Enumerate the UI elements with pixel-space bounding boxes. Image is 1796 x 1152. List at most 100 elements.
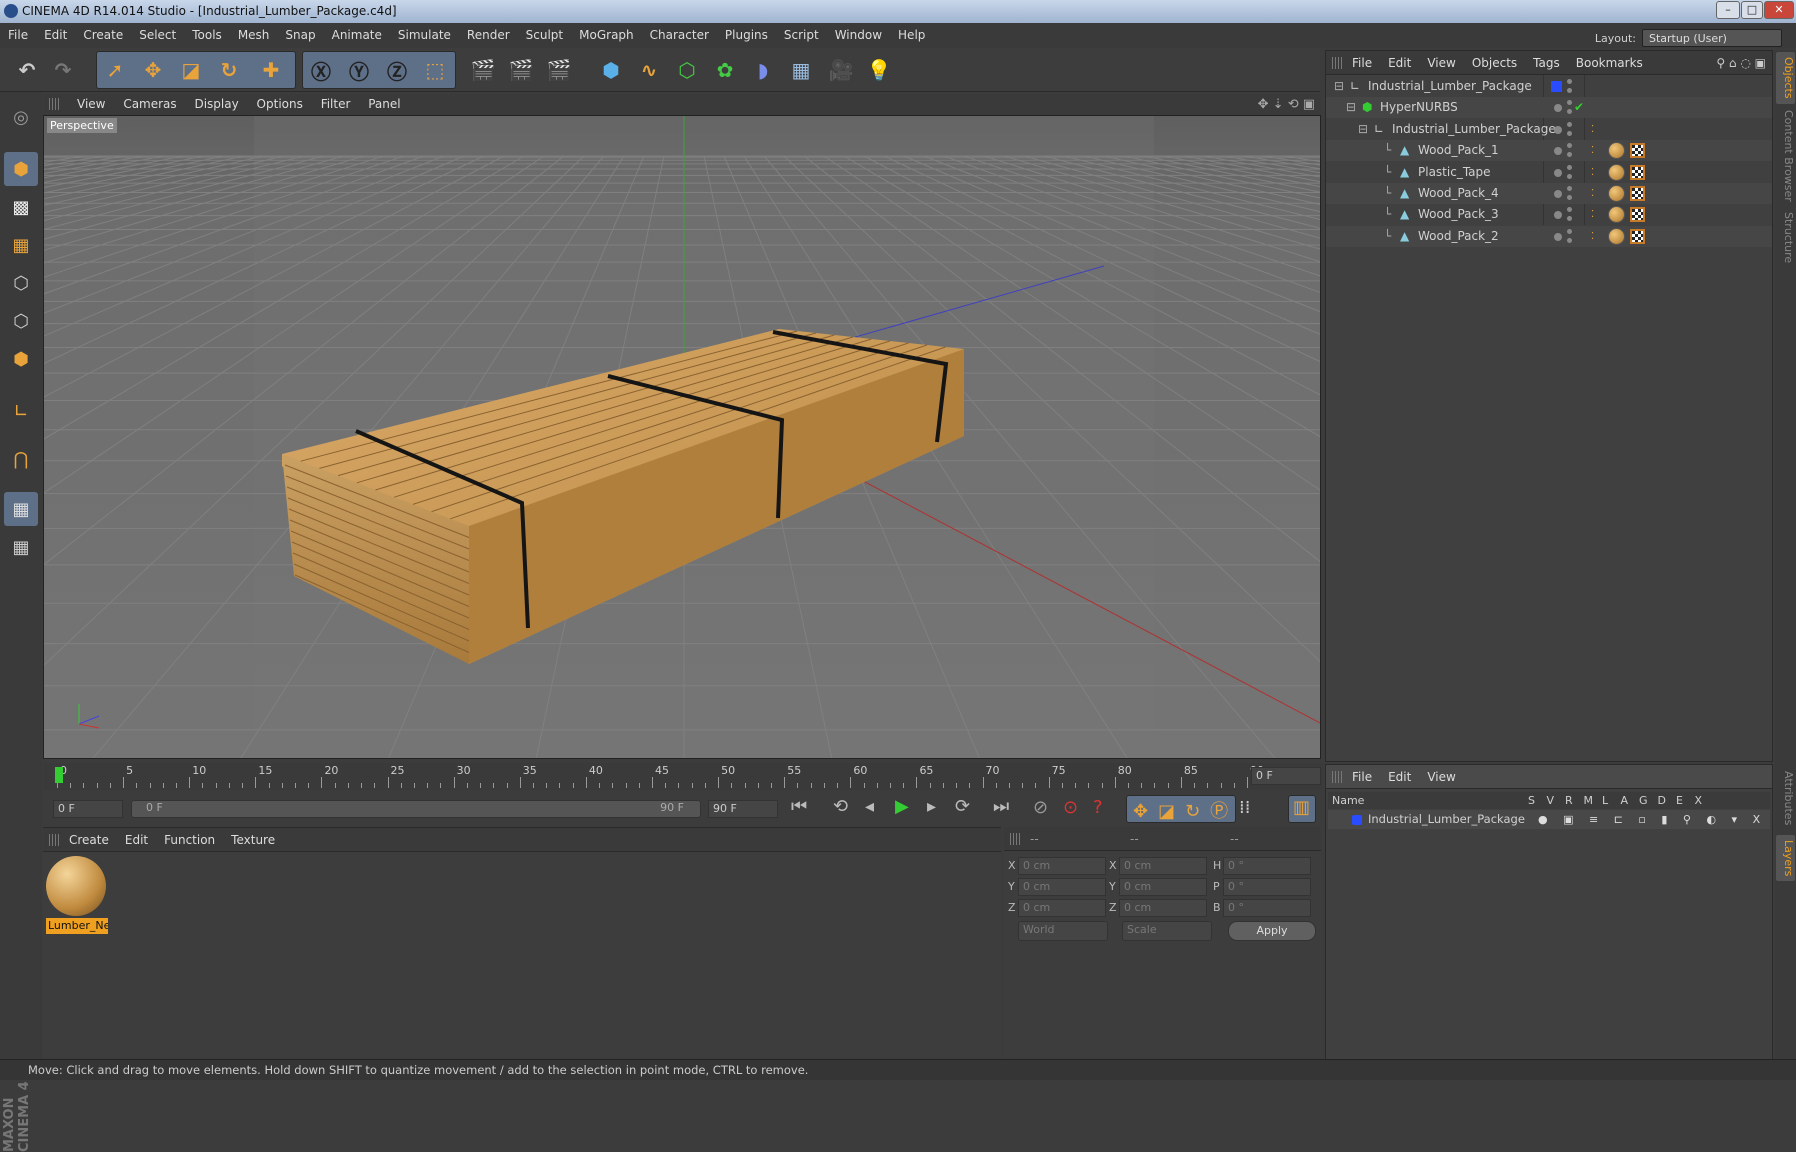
render-visibility-dot[interactable]	[1567, 88, 1572, 93]
object-row[interactable]: └ ▲ Wood_Pack_3 ⁚	[1326, 204, 1772, 225]
object-row[interactable]: ⊟ ⬢ HyperNURBS ✔	[1326, 97, 1772, 119]
coord-value-field[interactable]: 0 cm	[1119, 899, 1207, 917]
layer-column-l[interactable]: L	[1602, 792, 1608, 809]
model-mode-icon[interactable]: ⬢	[4, 152, 38, 186]
render-view-icon[interactable]: 🎬	[466, 53, 500, 87]
visibility-dot[interactable]	[1554, 211, 1562, 220]
visibility-dot[interactable]	[1554, 168, 1562, 177]
coord-value-field[interactable]: 0 cm	[1018, 899, 1106, 917]
uvw-tag-icon[interactable]	[1630, 228, 1645, 244]
visibility-dot[interactable]	[1554, 190, 1562, 198]
visibility-dot[interactable]	[1554, 104, 1562, 113]
object-name[interactable]: Wood_Pack_4	[1418, 183, 1499, 204]
object-row[interactable]: └ ▲ Wood_Pack_2 ⁚	[1326, 225, 1772, 247]
coordinate-system-icon[interactable]: ⬚	[418, 53, 452, 87]
viewport-menu-display[interactable]: Display	[194, 97, 238, 111]
object-row[interactable]: ⊟ ∟ Industrial_Lumber_Package	[1326, 76, 1772, 97]
texture-tag-icon[interactable]	[1608, 142, 1625, 160]
phong-tag-icon[interactable]: ⁚	[1591, 204, 1594, 225]
range-slider[interactable]: 0 F 90 F	[131, 800, 701, 818]
perspective-viewport[interactable]: Perspective	[43, 115, 1321, 759]
phong-tag-icon[interactable]: ⁚	[1591, 140, 1594, 161]
render-visibility-dot[interactable]	[1567, 173, 1572, 179]
texture-mode-icon[interactable]: ▩	[4, 190, 38, 224]
play-icon[interactable]: ▶	[895, 796, 909, 817]
layer-column-m[interactable]: M	[1584, 792, 1594, 809]
menu-simulate[interactable]: Simulate	[398, 28, 451, 42]
object-row[interactable]: ⊟ ∟ Industrial_Lumber_Package ⁚	[1326, 119, 1772, 140]
editor-visibility-dot[interactable]	[1567, 121, 1572, 127]
menu-help[interactable]: Help	[898, 28, 925, 42]
layer-menu-view[interactable]: View	[1427, 770, 1455, 784]
deformer-icon[interactable]: ◗	[746, 53, 780, 87]
render-visibility-dot[interactable]	[1567, 195, 1572, 200]
playhead[interactable]	[55, 767, 63, 783]
editor-visibility-dot[interactable]	[1567, 228, 1572, 234]
om-menu-view[interactable]: View	[1427, 56, 1455, 70]
make-editable-icon[interactable]: ◎	[4, 100, 38, 134]
coordinate-mode-dropdown[interactable]: Scale	[1122, 921, 1212, 941]
phong-tag-icon[interactable]: ⁚	[1591, 162, 1594, 183]
y-axis-icon[interactable]: Ⓨ	[342, 53, 376, 87]
recent-tool-icon[interactable]: ✚	[254, 53, 288, 87]
material-menu-create[interactable]: Create	[69, 833, 109, 847]
layer-column-x[interactable]: X	[1695, 792, 1703, 809]
coord-value-field[interactable]: 0 °	[1223, 899, 1311, 917]
phong-tag-icon[interactable]: ⁚	[1591, 119, 1594, 140]
om-menu-file[interactable]: File	[1352, 56, 1372, 70]
editor-visibility-dot[interactable]	[1567, 143, 1572, 149]
object-name[interactable]: Industrial_Lumber_Package	[1392, 119, 1556, 140]
editor-visibility-dot[interactable]	[1567, 186, 1572, 191]
timeline-ruler[interactable]: 051015202530354045505560657075808590 0 F	[43, 763, 1323, 790]
layer-column-v[interactable]: V	[1547, 792, 1555, 809]
tab-structure[interactable]: Structure	[1776, 208, 1795, 268]
texture-tag-icon[interactable]	[1608, 163, 1625, 181]
close-button[interactable]: ✕	[1764, 1, 1794, 19]
layer-column-s[interactable]: S	[1528, 792, 1535, 809]
render-visibility-dot[interactable]	[1567, 130, 1572, 136]
phong-tag-icon[interactable]: ⁚	[1591, 183, 1594, 204]
x-axis-icon[interactable]: Ⓧ	[304, 53, 338, 87]
layer-column-r[interactable]: R	[1565, 792, 1573, 809]
move-icon[interactable]: ✥	[136, 53, 170, 87]
menu-animate[interactable]: Animate	[332, 28, 382, 42]
layer-column-d[interactable]: D	[1658, 792, 1666, 809]
uvw-tag-icon[interactable]	[1630, 164, 1645, 180]
nurbs-icon[interactable]: ⬡	[670, 53, 704, 87]
z-axis-icon[interactable]: Ⓩ	[380, 53, 414, 87]
snap-icon[interactable]: ⋂	[4, 442, 38, 476]
om-menu-tags[interactable]: Tags	[1533, 56, 1560, 70]
render-picture-viewer-icon[interactable]: 🎬	[504, 53, 538, 87]
spline-icon[interactable]: ∿	[632, 53, 666, 87]
tab-objects[interactable]: Objects	[1776, 52, 1795, 104]
menu-render[interactable]: Render	[467, 28, 510, 42]
phong-tag-icon[interactable]: ⁚	[1591, 226, 1594, 247]
expand-toggle-icon[interactable]: ⊟	[1358, 119, 1368, 140]
render-visibility-dot[interactable]	[1567, 152, 1572, 158]
key-position-rotation-scale-param-icons[interactable]: ✥◪↻Ⓟ	[1133, 797, 1238, 823]
uvw-tag-icon[interactable]	[1630, 186, 1645, 201]
minimize-button[interactable]: –	[1716, 1, 1740, 19]
coord-value-field[interactable]: 0 °	[1223, 857, 1311, 875]
uvw-tag-icon[interactable]	[1630, 207, 1645, 223]
render-visibility-dot[interactable]	[1567, 237, 1572, 243]
maximize-button[interactable]: □	[1741, 1, 1763, 19]
object-name[interactable]: Plastic_Tape	[1418, 162, 1491, 183]
visibility-dot[interactable]	[1554, 125, 1562, 134]
texture-tag-icon[interactable]	[1608, 227, 1625, 245]
material-menu-edit[interactable]: Edit	[125, 833, 148, 847]
viewport-menu-panel[interactable]: Panel	[368, 97, 400, 111]
menu-create[interactable]: Create	[83, 28, 123, 42]
tab-content-browser[interactable]: Content Browser	[1776, 108, 1795, 204]
layer-menu-file[interactable]: File	[1352, 770, 1372, 784]
texture-tag-icon[interactable]	[1608, 185, 1625, 202]
viewport-menu-view[interactable]: View	[77, 97, 105, 111]
om-search-home-icons[interactable]: ⚲ ⌂ ◌ ▣	[1716, 51, 1766, 75]
array-icon[interactable]: ✿	[708, 53, 742, 87]
layer-column-e[interactable]: E	[1676, 792, 1683, 809]
coord-value-field[interactable]: 0 cm	[1018, 857, 1106, 875]
viewport-menu-options[interactable]: Options	[257, 97, 303, 111]
menu-script[interactable]: Script	[784, 28, 819, 42]
step-forward-icon[interactable]: ▸	[927, 796, 936, 817]
tab-layers[interactable]: Layers	[1776, 835, 1795, 881]
